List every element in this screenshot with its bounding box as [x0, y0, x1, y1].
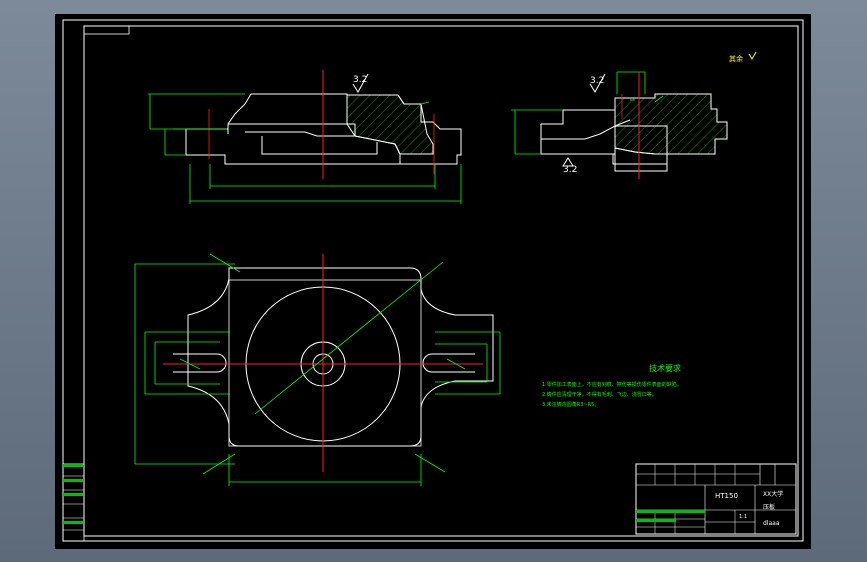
left-binding-strip [62, 463, 85, 542]
side-view: 3.2 3.2 [511, 71, 728, 179]
top-dimensions [134, 253, 501, 486]
front-roughness-label: 3.2 [353, 75, 367, 85]
top-inner-rect [228, 279, 422, 447]
top-body-outline [187, 267, 494, 447]
general-roughness-symbol [748, 51, 757, 60]
notes-item-2: 2.铸件应清理干净，不得有毛刺、飞边、浇冒口等。 [542, 391, 657, 398]
front-slot-line [245, 131, 355, 137]
top-diagonal-dimension [254, 261, 444, 415]
notes-title: 技术要求 [649, 363, 681, 373]
title-block-drawing-no: dlaaa [763, 520, 780, 527]
notes-item-1: 1.零件加工表面上，不应有划痕、擦伤等损伤零件表面的缺陷。 [542, 381, 682, 388]
front-pocket [261, 136, 378, 155]
general-roughness-label: 其余 [729, 54, 743, 63]
side-section-hatch [614, 93, 728, 155]
side-roughness-top-label: 3.2 [590, 76, 604, 86]
cad-drawing: 3.2 3.2 3.2 其余 技术要求 1.零件加工表面上，不应有划痕、擦伤等损… [62, 19, 804, 542]
title-block-school: XX大学 [763, 490, 783, 498]
notes-item-3: 3.未注铸造圆角R3~R5。 [542, 401, 599, 408]
top-slot-right [422, 353, 475, 373]
title-block-part-name: 压板 [763, 503, 775, 511]
cad-viewport[interactable]: 3.2 3.2 3.2 其余 技术要求 1.零件加工表面上，不应有划痕、擦伤等损… [55, 14, 811, 549]
corner-stamp-box [83, 25, 130, 35]
title-block-material: HT150 [715, 492, 738, 500]
title-block: HT150 XX大学 压板 dlaaa 1:1 [635, 463, 797, 535]
side-roughness-symbols [562, 73, 606, 167]
top-slot-left [173, 353, 227, 373]
top-view [134, 253, 501, 486]
side-roughness-bottom-label: 3.2 [563, 165, 577, 175]
title-block-scale: 1:1 [739, 514, 747, 520]
front-view: 3.2 [148, 70, 462, 204]
technical-notes: 技术要求 1.零件加工表面上，不应有划痕、擦伤等损伤零件表面的缺陷。 2.铸件应… [542, 363, 682, 408]
